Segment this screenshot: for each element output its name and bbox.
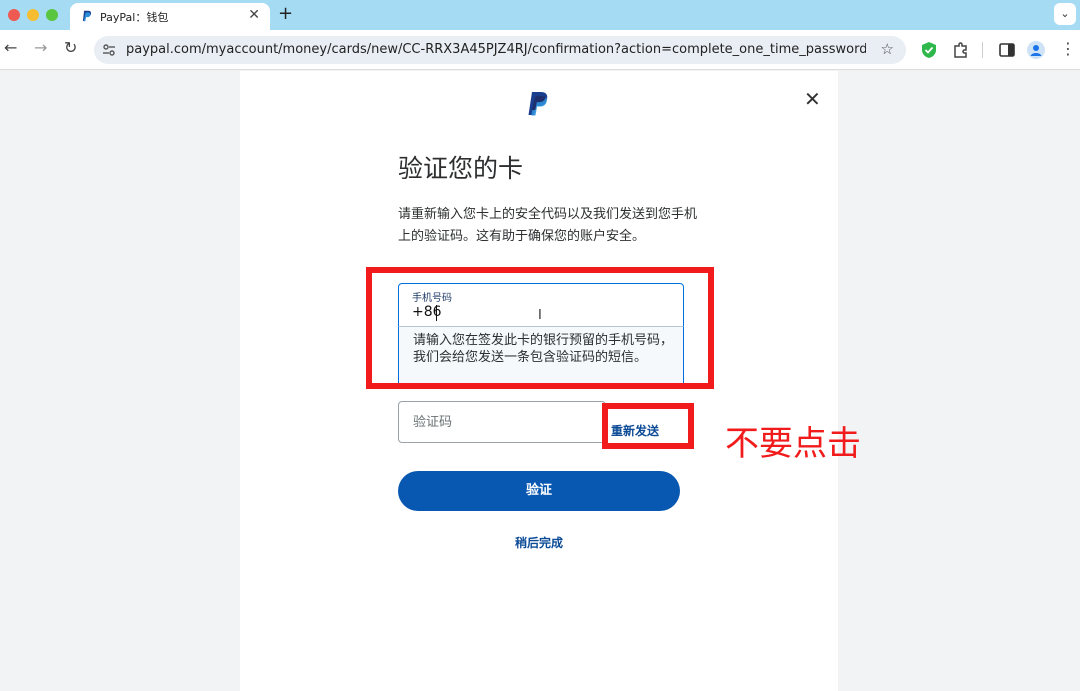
- window-minimize-button[interactable]: [27, 9, 39, 21]
- side-panel-icon[interactable]: [998, 41, 1016, 59]
- tab-search-button[interactable]: ⌄: [1054, 3, 1076, 25]
- verification-code-input[interactable]: [398, 401, 606, 443]
- paypal-logo-icon: [528, 92, 548, 116]
- back-button[interactable]: ←: [4, 38, 17, 57]
- finish-later-link: 稍后完成: [240, 534, 838, 551]
- do-not-click-annotation: 不要点击: [725, 424, 861, 464]
- bookmark-star-icon[interactable]: ☆: [881, 40, 894, 58]
- close-dialog-icon[interactable]: ✕: [804, 87, 821, 111]
- forward-button[interactable]: →: [34, 38, 47, 57]
- extensions-puzzle-icon[interactable]: [952, 41, 970, 59]
- new-tab-button[interactable]: +: [278, 3, 293, 24]
- verify-button[interactable]: 验证: [398, 471, 680, 511]
- tab-close-icon[interactable]: ✕: [248, 7, 260, 23]
- site-settings-icon[interactable]: [102, 43, 116, 57]
- profile-avatar-icon[interactable]: [1027, 41, 1045, 59]
- browser-menu-button[interactable]: ⋮: [1060, 39, 1076, 58]
- reload-button[interactable]: ↻: [64, 38, 77, 57]
- tab-paypal-wallet[interactable]: PayPal：钱包 ✕: [70, 3, 270, 30]
- window-close-button[interactable]: [8, 9, 20, 21]
- page-title: 验证您的卡: [398, 154, 524, 183]
- window-zoom-button[interactable]: [46, 9, 58, 21]
- verify-card-panel: ✕ 验证您的卡 请重新输入您卡上的安全代码以及我们发送到您手机上的验证码。这有助…: [240, 71, 861, 691]
- finish-later-text[interactable]: 稍后完成: [515, 536, 563, 550]
- phone-highlight-box: [366, 267, 714, 389]
- resend-highlight-box: [602, 403, 694, 449]
- shield-extension-icon[interactable]: [920, 41, 938, 59]
- browser-tab-bar: PayPal：钱包 ✕ + ⌄: [0, 0, 1080, 30]
- paypal-favicon-icon: [82, 10, 92, 22]
- page-description: 请重新输入您卡上的安全代码以及我们发送到您手机上的验证码。这有助于确保您的账户安…: [398, 207, 698, 244]
- url-text[interactable]: paypal.com/myaccount/money/cards/new/CC-…: [126, 42, 866, 57]
- browser-toolbar: ← → ↻ paypal.com/myaccount/money/cards/n…: [0, 30, 1080, 70]
- toolbar-divider: [982, 42, 983, 58]
- address-bar[interactable]: paypal.com/myaccount/money/cards/new/CC-…: [94, 36, 906, 64]
- tab-title: PayPal：钱包: [100, 11, 169, 24]
